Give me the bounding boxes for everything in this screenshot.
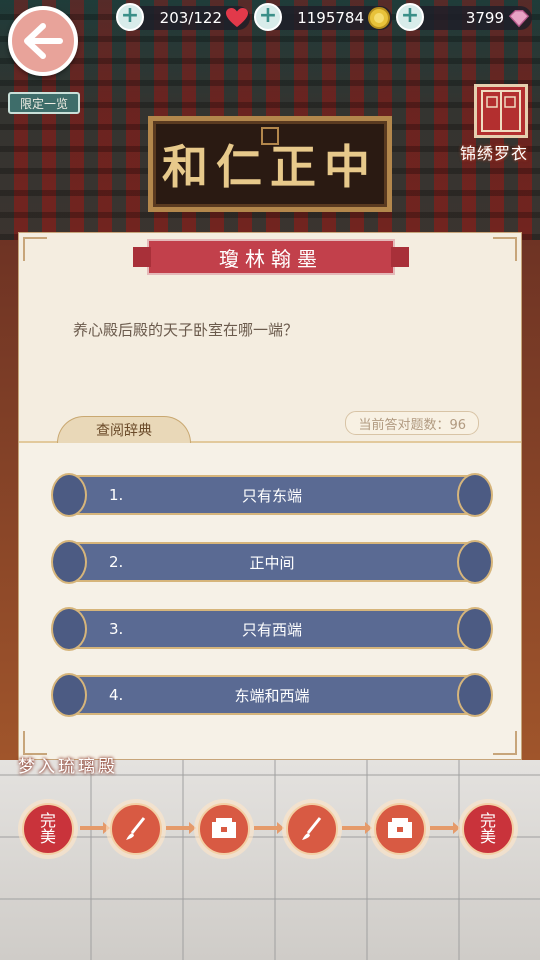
cloud-ornament-icon bbox=[457, 673, 493, 717]
question-text: 养心殿后殿的天子卧室在哪一端？ bbox=[73, 321, 299, 339]
quiz-panel: 瓊林翰墨 养心殿后殿的天子卧室在哪一端？ 当前答对题数：96 查阅辞典 只有东端… bbox=[18, 232, 522, 760]
progress-start-node: 完美 bbox=[22, 803, 74, 855]
progress-end-node: 完美 bbox=[462, 803, 514, 855]
progress-arrow bbox=[80, 822, 110, 834]
cloud-ornament-icon bbox=[457, 540, 493, 584]
answer-option-1[interactable]: 只有东端 1. bbox=[51, 473, 493, 517]
brush-icon bbox=[126, 817, 146, 840]
corner-ornament bbox=[493, 731, 517, 755]
corner-ornament bbox=[23, 237, 47, 261]
answer-option-3[interactable]: 只有西端 3. bbox=[51, 607, 493, 651]
dictionary-tab-label: 查阅辞典 bbox=[96, 423, 152, 439]
limited-offers-button[interactable]: 限定一览 bbox=[8, 92, 80, 114]
cloud-ornament-icon bbox=[457, 473, 493, 517]
answer-option-4[interactable]: 东端和西端 4. bbox=[51, 673, 493, 717]
correct-count-label: 当前答对题数：96 bbox=[358, 417, 466, 433]
progress-arrow bbox=[254, 822, 284, 834]
stamina-value: 203/122 bbox=[159, 9, 222, 27]
location-name: 梦入琉璃殿 bbox=[18, 757, 118, 777]
wardrobe-button[interactable] bbox=[474, 84, 528, 138]
brush-icon bbox=[302, 817, 322, 840]
corner-ornament bbox=[493, 237, 517, 261]
chest-icon bbox=[212, 818, 236, 838]
gem-value: 3799 bbox=[465, 9, 504, 27]
add-stamina-button[interactable]: + bbox=[116, 3, 144, 31]
quiz-title-banner: 瓊林翰墨 bbox=[133, 239, 409, 275]
limited-offers-label: 限定一览 bbox=[19, 96, 68, 111]
gem-icon bbox=[508, 7, 530, 29]
progress-step-node bbox=[286, 803, 338, 855]
coin-value: 1195784 bbox=[297, 9, 364, 27]
coin-icon bbox=[368, 7, 390, 29]
perfect-start-label: 完美 bbox=[39, 811, 56, 846]
back-button[interactable] bbox=[8, 6, 78, 76]
quiz-title: 瓊林翰墨 bbox=[219, 246, 323, 271]
progress-step-node bbox=[374, 803, 426, 855]
answer-option-number: 3. bbox=[109, 620, 124, 638]
heart-icon bbox=[226, 7, 248, 29]
add-coins-button[interactable]: + bbox=[254, 3, 282, 31]
answer-option-number: 4. bbox=[109, 686, 124, 704]
wardrobe-label: 锦绣罗衣 bbox=[460, 144, 529, 163]
progress-arrow bbox=[430, 822, 460, 834]
correct-count-badge: 当前答对题数：96 bbox=[345, 411, 479, 435]
answer-option-number: 1. bbox=[109, 486, 124, 504]
progress-arrow bbox=[166, 822, 196, 834]
chest-icon bbox=[388, 818, 412, 838]
progress-arrow bbox=[342, 822, 372, 834]
add-gems-button[interactable]: + bbox=[396, 3, 424, 31]
plaque-seal-icon bbox=[261, 127, 279, 145]
back-arrow-icon bbox=[24, 23, 63, 59]
cloud-ornament-icon bbox=[457, 607, 493, 651]
answer-option-2[interactable]: 正中间 2. bbox=[51, 540, 493, 584]
courtyard-floor-background bbox=[0, 760, 540, 960]
dictionary-tab[interactable]: 查阅辞典 bbox=[57, 416, 191, 443]
lattice-window-icon bbox=[481, 90, 521, 132]
progress-step-node bbox=[198, 803, 250, 855]
palace-plaque: 中正仁和 bbox=[148, 116, 392, 212]
answer-option-number: 2. bbox=[109, 553, 124, 571]
progress-step-node bbox=[110, 803, 162, 855]
perfect-end-label: 完美 bbox=[479, 811, 496, 846]
